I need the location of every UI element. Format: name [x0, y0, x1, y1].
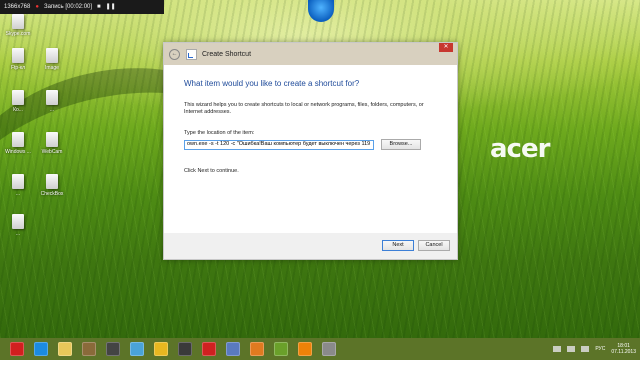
- browse-button[interactable]: Browse...: [381, 139, 421, 150]
- odnoklassniki-icon[interactable]: [298, 342, 312, 356]
- file-icon: [46, 90, 58, 105]
- opera-icon[interactable]: [10, 342, 24, 356]
- dialog-title: Create Shortcut: [202, 50, 252, 58]
- dialog-footer: Next Cancel: [164, 233, 457, 259]
- desktop-icon[interactable]: Windows ...: [3, 132, 33, 155]
- brand-logo: acer: [490, 134, 550, 164]
- desktop-icon[interactable]: WebCam: [37, 132, 67, 155]
- file-icon: [46, 132, 58, 147]
- file-icon: [12, 214, 24, 229]
- network-icon[interactable]: [567, 346, 576, 352]
- volume-icon[interactable]: [581, 346, 590, 352]
- language-indicator[interactable]: РУС: [595, 346, 605, 352]
- desktop-icon[interactable]: ...: [3, 174, 33, 197]
- next-button[interactable]: Next: [382, 240, 414, 251]
- clock[interactable]: 18:01 07.11.2013: [611, 343, 636, 355]
- record-icon[interactable]: ●: [35, 0, 39, 14]
- taskbar: РУС 18:01 07.11.2013: [0, 338, 640, 360]
- app-icon[interactable]: [82, 342, 96, 356]
- shortcut-icon: [186, 48, 197, 60]
- desktop-icon[interactable]: ...: [3, 214, 33, 237]
- settings-icon[interactable]: [322, 342, 336, 356]
- recorder-bar: 1366x768 ● Запись [00:02:00] ■ ❚❚: [0, 0, 164, 14]
- file-icon: [46, 48, 58, 63]
- dialog-titlebar[interactable]: ← Create Shortcut ✕: [164, 43, 457, 65]
- file-icon: [12, 48, 24, 63]
- desktop-icon[interactable]: Ftp-кл: [3, 48, 33, 71]
- torrent-icon[interactable]: [178, 342, 192, 356]
- desktop-icon[interactable]: Image: [37, 48, 67, 71]
- create-shortcut-dialog: ← Create Shortcut ✕ What item would you …: [163, 42, 458, 260]
- yandex-icon[interactable]: [202, 342, 216, 356]
- close-button[interactable]: ✕: [439, 43, 453, 52]
- chrome-icon[interactable]: [154, 342, 168, 356]
- recorder-status: Запись [00:02:00]: [43, 4, 93, 10]
- desktop-icon[interactable]: ...: [37, 90, 67, 113]
- file-icon: [12, 174, 24, 189]
- location-input[interactable]: own.exe -s -t 120 -c "Ошибка!Ваш компьют…: [184, 139, 374, 150]
- dialog-description: This wizard helps you to create shortcut…: [184, 102, 424, 115]
- camera-icon[interactable]: [106, 342, 120, 356]
- audio-icon[interactable]: [226, 342, 240, 356]
- file-icon: [12, 132, 24, 147]
- mail-icon[interactable]: [250, 342, 264, 356]
- dialog-heading: What item would you like to create a sho…: [184, 79, 360, 88]
- dialog-content: What item would you like to create a sho…: [164, 65, 457, 233]
- clock-date: 07.11.2013: [611, 349, 636, 355]
- back-arrow-icon[interactable]: ←: [169, 48, 180, 60]
- file-icon: [46, 174, 58, 189]
- file-icon: [12, 90, 24, 105]
- location-label: Type the location of the item:: [184, 130, 255, 136]
- desktop-icon[interactable]: Ко...: [3, 90, 33, 113]
- stop-icon[interactable]: ■: [97, 0, 101, 14]
- desktop-icon[interactable]: Skype.com: [3, 14, 33, 37]
- pause-icon[interactable]: ❚❚: [106, 0, 116, 14]
- desktop-icon[interactable]: CheckBox: [37, 174, 67, 197]
- game-icon[interactable]: [274, 342, 288, 356]
- media-icon[interactable]: [130, 342, 144, 356]
- system-tray: РУС 18:01 07.11.2013: [553, 338, 636, 360]
- taskbar-icons: [0, 342, 336, 356]
- explorer-icon[interactable]: [58, 342, 72, 356]
- keyboard-icon[interactable]: [553, 346, 562, 352]
- ie-icon[interactable]: [34, 342, 48, 356]
- continue-hint: Click Next to continue.: [184, 168, 239, 174]
- cancel-button[interactable]: Cancel: [418, 240, 450, 251]
- file-icon: [12, 14, 24, 29]
- recorder-resolution: 1366x768: [4, 4, 31, 10]
